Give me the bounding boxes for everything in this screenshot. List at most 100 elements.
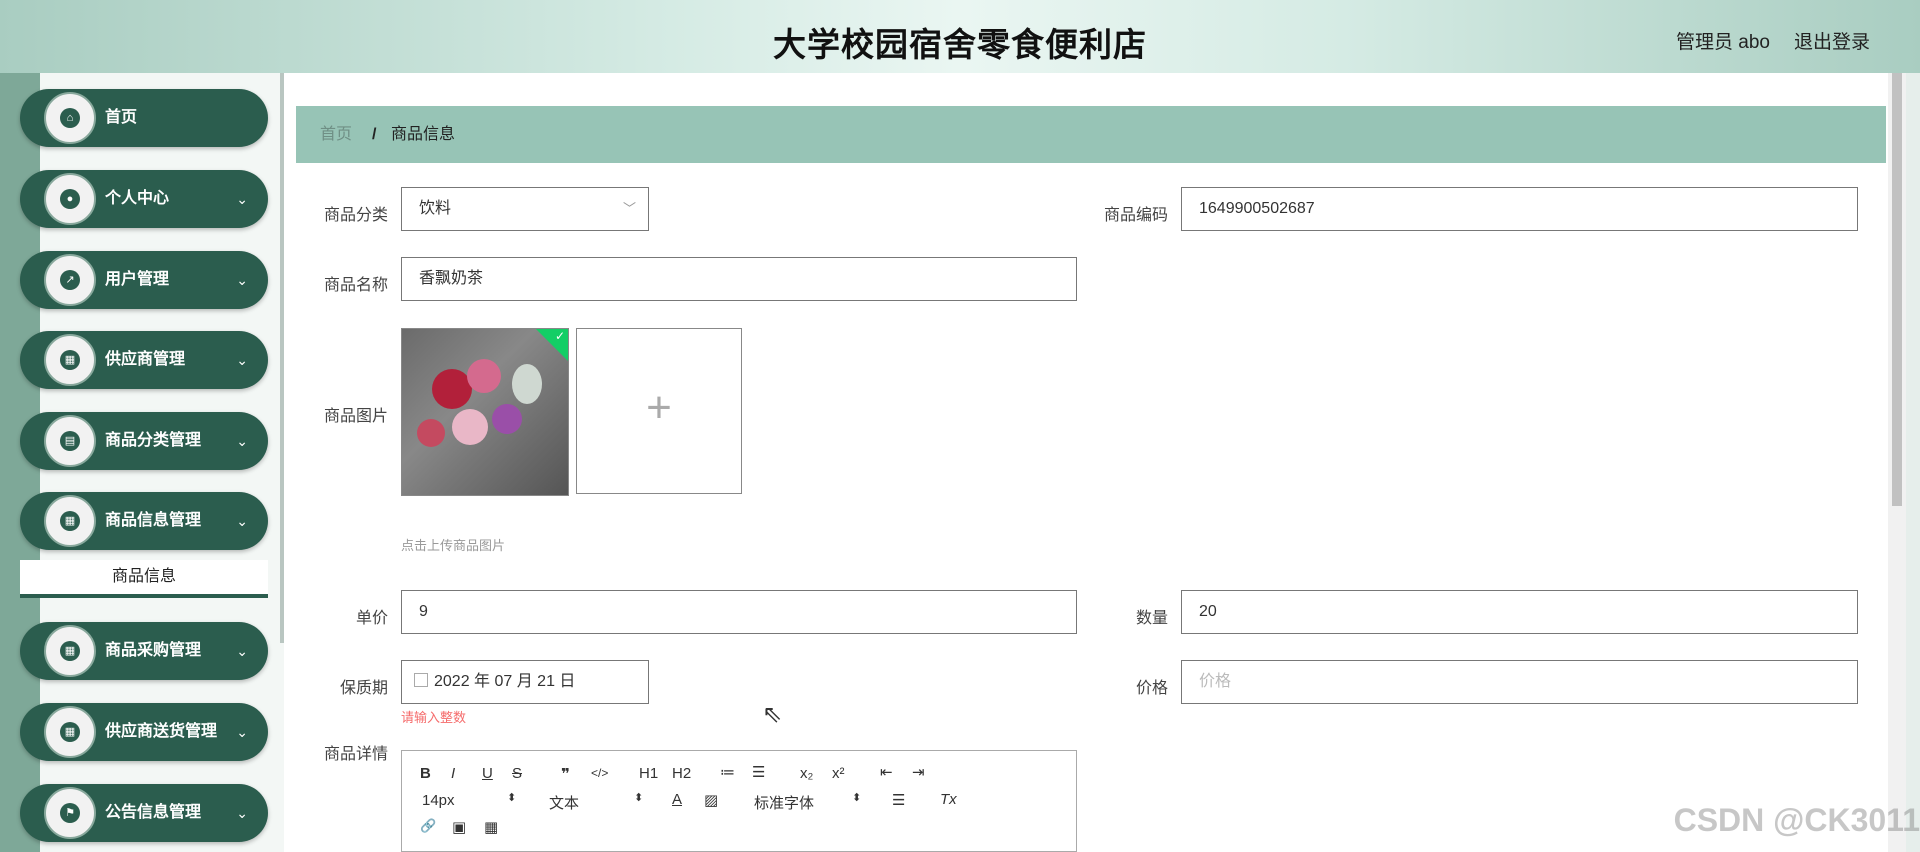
breadcrumb: 首页 / 商品信息 (296, 106, 1886, 163)
name-value: 香飘奶茶 (419, 270, 484, 287)
product-image-thumbnail[interactable]: ✓ (401, 328, 569, 496)
sidebar-item-icon-wrap: ⚑ (44, 787, 96, 839)
sidebar-item-label: 个人中心 (105, 190, 170, 207)
expiry-error-message: 请输入整数 (401, 710, 467, 725)
breadcrumb-home[interactable]: 首页 (320, 106, 352, 163)
detail-label: 商品详情 (323, 746, 388, 763)
sidebar-item-label: 商品分类管理 (105, 432, 202, 449)
code-field[interactable]: 1649900502687 (1181, 187, 1858, 231)
logout-link[interactable]: 退出登录 (1794, 27, 1870, 54)
code-label: 商品编码 (1103, 207, 1168, 224)
sidebar-item-suppliers[interactable]: ▦ 供应商管理 ⌄ (20, 331, 268, 389)
sidebar-item-profile[interactable]: ● 个人中心 ⌄ (20, 170, 268, 228)
expiry-date-picker[interactable]: 2022 年 07 月 21 日 (401, 660, 649, 704)
breadcrumb-current: 商品信息 (391, 126, 456, 143)
sidebar-item-notices[interactable]: ⚑ 公告信息管理 ⌄ (20, 784, 268, 842)
font-color-icon[interactable]: A (672, 791, 682, 808)
category-label: 商品分类 (323, 207, 388, 224)
italic-button[interactable]: I (451, 765, 455, 782)
link-icon[interactable]: 🔗 (420, 818, 436, 834)
heading1-button[interactable]: H1 (639, 765, 658, 782)
sidebar-item-label: 首页 (105, 109, 138, 126)
sidebar-item-icon-wrap: ▦ (44, 625, 96, 677)
price-value: 9 (419, 603, 428, 620)
code-block-button[interactable]: </> (591, 766, 608, 780)
main-scrollbar[interactable] (1888, 73, 1906, 852)
background-color-icon[interactable]: ▨ (704, 791, 718, 809)
sidebar-item-label: 商品信息管理 (105, 512, 202, 529)
app-title: 大学校园宿舍零食便利店 (773, 26, 1147, 63)
expiry-label: 保质期 (339, 680, 388, 697)
sidebar-item-icon-wrap: ▦ (44, 706, 96, 758)
rich-text-editor[interactable]: B I U S ❞ </> H1 H2 ≔ ☰ x₂ x² ⇤ ⇥ 14px ⬍… (401, 750, 1077, 852)
image-upload-button[interactable]: + (576, 328, 742, 494)
updown-icon: ⬍ (852, 792, 862, 804)
sidebar-item-purchase[interactable]: ▦ 商品采购管理 ⌄ (20, 622, 268, 680)
sidebar-item-category[interactable]: ▤ 商品分类管理 ⌄ (20, 412, 268, 470)
sidebar-item-home[interactable]: ⌂ 首页 (20, 89, 268, 147)
sidebar-item-label: 用户管理 (105, 271, 170, 288)
superscript-button[interactable]: x² (832, 765, 845, 782)
sidebar-item-products[interactable]: ▦ 商品信息管理 ⌄ (20, 492, 268, 550)
image-label: 商品图片 (323, 408, 388, 425)
header-select[interactable]: 文本 (549, 792, 579, 813)
clear-format-button[interactable]: Tx (940, 791, 957, 808)
image-icon[interactable]: ▣ (452, 818, 466, 836)
grid-icon: ▦ (60, 641, 80, 661)
underline-button[interactable]: U (482, 765, 493, 782)
bullet-list-button[interactable]: ☰ (752, 763, 765, 781)
category-value: 饮料 (419, 200, 452, 217)
watermark: CSDN @CK3011 (1673, 802, 1920, 838)
calendar-icon (414, 673, 428, 687)
sidebar-item-icon-wrap: ⌂ (44, 92, 96, 144)
sidebar-item-icon-wrap: ▦ (44, 334, 96, 386)
grid-icon: ▦ (60, 722, 80, 742)
mouse-cursor-icon: ⇖ (762, 701, 783, 728)
sidebar-item-icon-wrap: ▦ (44, 495, 96, 547)
chevron-down-icon: ⌄ (236, 191, 248, 207)
main-scrollbar-thumb[interactable] (1892, 73, 1902, 506)
heading2-button[interactable]: H2 (672, 765, 691, 782)
sidebar-item-icon-wrap: ▤ (44, 415, 96, 467)
align-icon[interactable]: ☰ (892, 791, 905, 809)
bold-button[interactable]: B (420, 765, 431, 782)
chevron-down-icon: ⌄ (236, 724, 248, 740)
main-content: 首页 / 商品信息 商品分类 饮料 ﹀ 商品编码 1649900502687 商… (284, 73, 1906, 852)
grid-icon: ▦ (60, 350, 80, 370)
sidebar-item-label: 供应商管理 (105, 351, 186, 368)
name-label: 商品名称 (323, 277, 388, 294)
chevron-down-icon: ⌄ (236, 513, 248, 529)
chevron-down-icon: ⌄ (236, 272, 248, 288)
indent-button[interactable]: ⇥ (912, 763, 925, 781)
flag-icon: ⚑ (60, 803, 80, 823)
video-icon[interactable]: ▦ (484, 818, 498, 836)
category-select[interactable]: 饮料 ﹀ (401, 187, 649, 231)
ordered-list-button[interactable]: ≔ (720, 763, 735, 781)
price-field[interactable]: 9 (401, 590, 1077, 634)
plus-icon: + (646, 383, 672, 432)
upload-hint: 点击上传商品图片 (401, 538, 506, 553)
sidebar-item-users[interactable]: ↗ 用户管理 ⌄ (20, 251, 268, 309)
sidebar-subitem-product-info[interactable]: 商品信息 (20, 560, 268, 598)
strikethrough-button[interactable]: S (512, 765, 522, 782)
sale-price-field[interactable]: 价格 (1181, 660, 1858, 704)
font-family-select[interactable]: 标准字体 (754, 792, 814, 813)
subscript-button[interactable]: x₂ (800, 765, 813, 782)
updown-icon: ⬍ (634, 792, 644, 804)
quantity-field[interactable]: 20 (1181, 590, 1858, 634)
sale-price-label: 价格 (1135, 680, 1168, 697)
grid-icon: ▦ (60, 511, 80, 531)
sidebar-item-icon-wrap: ● (44, 173, 96, 225)
sale-price-placeholder: 价格 (1199, 673, 1232, 690)
font-size-select[interactable]: 14px (422, 792, 455, 809)
blockquote-button[interactable]: ❞ (561, 765, 570, 783)
sidebar-item-label: 公告信息管理 (105, 804, 202, 821)
top-header: 大学校园宿舍零食便利店 管理员 abo 退出登录 (0, 0, 1920, 73)
sidebar-item-label: 供应商送货管理 (105, 723, 218, 740)
sidebar-item-label: 商品采购管理 (105, 642, 202, 659)
chevron-down-icon: ⌄ (236, 643, 248, 659)
sidebar-item-delivery[interactable]: ▦ 供应商送货管理 ⌄ (20, 703, 268, 761)
name-field[interactable]: 香飘奶茶 (401, 257, 1077, 301)
outdent-button[interactable]: ⇤ (880, 763, 893, 781)
current-user: 管理员 abo (1676, 32, 1770, 53)
